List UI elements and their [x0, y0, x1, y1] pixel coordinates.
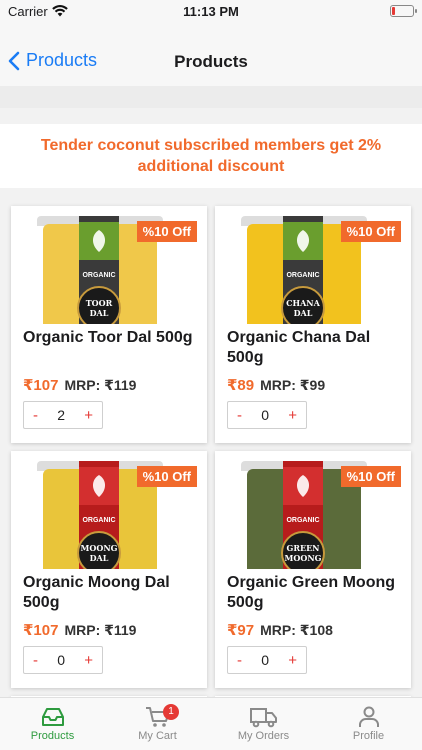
- tab-label: My Cart: [138, 730, 177, 742]
- product-price: ₹107: [23, 377, 59, 394]
- increment-button[interactable]: +: [288, 407, 297, 424]
- header-divider: [0, 86, 422, 108]
- battery-icon: [390, 5, 417, 17]
- tab-my-orders[interactable]: My Orders: [211, 702, 316, 750]
- product-card[interactable]: ORGANIC GREEN MOONG %10 Off Organic Gree…: [215, 451, 411, 688]
- product-mrp: MRP: ₹99: [260, 377, 326, 393]
- quantity-stepper: - 0 +: [227, 401, 307, 429]
- product-price: ₹89: [227, 377, 255, 394]
- decrement-button[interactable]: -: [237, 407, 242, 424]
- price-row: ₹107 MRP: ₹119: [23, 376, 136, 394]
- quantity-stepper: - 0 +: [227, 646, 307, 674]
- price-row: ₹107 MRP: ₹119: [23, 621, 136, 639]
- promo-text: Tender coconut subscribed members get 2%…: [40, 137, 382, 175]
- discount-badge: %10 Off: [136, 221, 197, 242]
- product-name: Organic Green Moong 500g: [227, 574, 396, 611]
- cart-count-badge: 1: [163, 704, 179, 720]
- product-name: Organic Moong Dal 500g: [23, 574, 170, 611]
- price-row: ₹97 MRP: ₹108: [227, 621, 333, 639]
- page-title: Products: [174, 52, 248, 71]
- discount-badge: %10 Off: [340, 221, 401, 242]
- decrement-button[interactable]: -: [237, 652, 242, 669]
- leaf-icon: [92, 230, 106, 252]
- product-card[interactable]: ORGANIC CHANA DAL %10 Off Organic Chana …: [215, 206, 411, 443]
- product-mrp: MRP: ₹119: [64, 622, 137, 638]
- product-price: ₹97: [227, 622, 255, 639]
- decrement-button[interactable]: -: [33, 407, 38, 424]
- increment-button[interactable]: +: [84, 407, 93, 424]
- product-card[interactable]: ORGANIC MOONG DAL %10 Off Organic Moong …: [11, 451, 207, 688]
- product-name: Organic Chana Dal 500g: [227, 329, 371, 366]
- product-mrp: MRP: ₹108: [260, 622, 333, 638]
- truck-icon: [249, 708, 277, 728]
- tab-bar: Products 1 My Cart My Orders Profile: [0, 697, 422, 750]
- discount-badge: %10 Off: [340, 466, 401, 487]
- quantity-value: 0: [261, 407, 270, 423]
- product-card[interactable]: ORGANIC TOOR DAL %10 Off Organic Toor Da…: [11, 206, 207, 443]
- price-row: ₹89 MRP: ₹99: [227, 376, 325, 394]
- product-mrp: MRP: ₹119: [64, 377, 137, 393]
- decrement-button[interactable]: -: [33, 652, 38, 669]
- status-bar: Carrier 11:13 PM: [0, 0, 422, 24]
- quantity-stepper: - 2 +: [23, 401, 103, 429]
- product-price: ₹107: [23, 622, 59, 639]
- increment-button[interactable]: +: [84, 652, 93, 669]
- leaf-icon: [92, 475, 106, 497]
- tab-label: Products: [30, 730, 75, 742]
- person-icon: [358, 706, 379, 727]
- quantity-value: 0: [261, 652, 270, 668]
- tab-products[interactable]: Products: [0, 702, 105, 750]
- clock: 11:13 PM: [183, 4, 239, 19]
- quantity-value: 2: [57, 407, 66, 423]
- inbox-icon: [41, 708, 64, 726]
- tab-my-cart[interactable]: 1 My Cart: [105, 702, 210, 750]
- spacer: [0, 108, 422, 124]
- tab-profile[interactable]: Profile: [316, 702, 421, 750]
- product-name: Organic Toor Dal 500g: [23, 329, 193, 346]
- navigation-bar: Products Products: [0, 24, 422, 86]
- tab-label: My Orders: [237, 730, 290, 742]
- promo-banner: Tender coconut subscribed members get 2%…: [0, 124, 422, 188]
- discount-badge: %10 Off: [136, 466, 197, 487]
- tab-label: Profile: [352, 730, 385, 742]
- increment-button[interactable]: +: [288, 652, 297, 669]
- quantity-value: 0: [57, 652, 66, 668]
- quantity-stepper: - 0 +: [23, 646, 103, 674]
- leaf-icon: [296, 230, 310, 252]
- leaf-icon: [296, 475, 310, 497]
